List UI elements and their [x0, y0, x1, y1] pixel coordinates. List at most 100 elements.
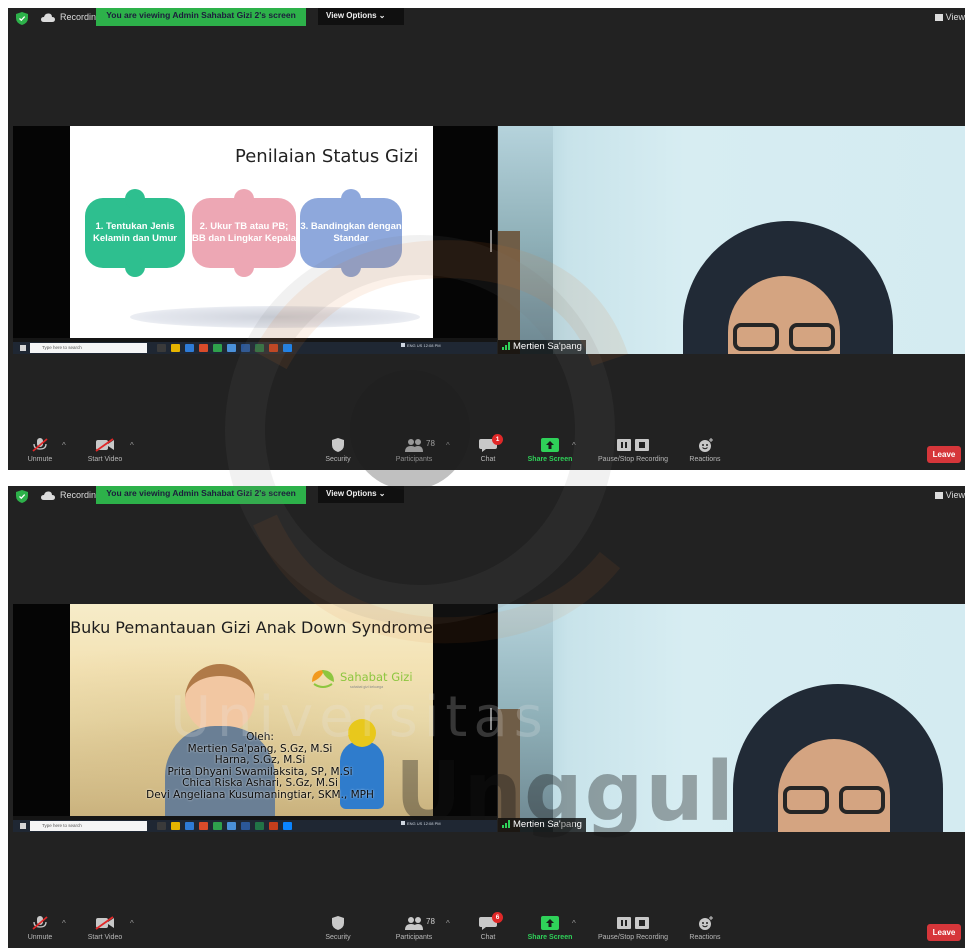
start-video-button[interactable]: Start Video	[80, 916, 130, 948]
chat-button[interactable]: Chat 1	[470, 434, 506, 470]
participants-count: 78	[426, 917, 435, 926]
chat-label: Chat	[480, 934, 496, 941]
view-options-button[interactable]: View Options ⌄	[318, 486, 404, 503]
zoom-app-icon[interactable]	[227, 822, 236, 830]
reactions-label: Reactions	[689, 456, 721, 463]
excel-icon[interactable]	[255, 344, 264, 352]
start-video-label: Start Video	[87, 934, 123, 941]
windows-start-icon[interactable]	[20, 823, 26, 829]
share-screen-icon	[541, 438, 559, 452]
credit-line: Devi Angeliana Kusumaningtiar, SKM., MPH	[146, 788, 374, 801]
taskbar-search[interactable]: Type here to search	[30, 821, 147, 831]
pdf-icon[interactable]	[269, 822, 278, 830]
caret-up-icon[interactable]: ^	[572, 441, 576, 450]
security-button[interactable]: Security	[316, 438, 360, 470]
system-tray: ENG US 12:08 PM	[401, 821, 441, 826]
caret-up-icon[interactable]: ^	[130, 441, 134, 450]
shield-icon[interactable]	[16, 12, 28, 25]
share-screen-button[interactable]: Share Screen	[520, 438, 580, 470]
caret-up-icon[interactable]: ^	[62, 919, 66, 928]
windows-taskbar: Type here to search ENG US 12:08 PM	[13, 820, 497, 832]
participants-icon	[405, 439, 423, 452]
powerpoint-icon[interactable]	[199, 344, 208, 352]
share-screen-button[interactable]: Share Screen	[520, 916, 580, 948]
powerpoint-icon[interactable]	[199, 822, 208, 830]
task-view-icon[interactable]	[157, 822, 166, 830]
chat-badge: 6	[492, 912, 503, 923]
explorer-icon[interactable]	[171, 822, 180, 830]
video-door	[498, 709, 520, 832]
taskbar-search[interactable]: Type here to search	[30, 343, 147, 353]
view-toggle-button[interactable]: View	[934, 12, 965, 22]
participant-name: Mertien Sa'pang	[513, 341, 582, 352]
split-view-handle[interactable]	[490, 230, 492, 252]
network-icon	[401, 821, 405, 825]
caret-up-icon[interactable]: ^	[572, 919, 576, 928]
view-toggle-button[interactable]: View	[934, 490, 965, 500]
pdf-icon[interactable]	[269, 344, 278, 352]
view-label: View	[945, 12, 965, 22]
participants-label: Participants	[395, 934, 433, 941]
reactions-button[interactable]: Reactions	[684, 438, 726, 470]
slide-title: Buku Pemantauan Gizi Anak Down Syndrome	[70, 618, 433, 637]
excel-icon[interactable]	[255, 822, 264, 830]
share-screen-icon	[541, 916, 559, 930]
word-icon[interactable]	[241, 344, 250, 352]
leave-button[interactable]: Leave	[927, 924, 961, 941]
reactions-icon	[699, 916, 713, 930]
puzzle-step-2: 2. Ukur TB atau PB; BB dan Lingkar Kepal…	[192, 189, 296, 277]
signal-bars-icon	[502, 342, 510, 350]
pause-stop-recording-button[interactable]: Pause/Stop Recording	[588, 916, 678, 948]
caret-up-icon[interactable]: ^	[446, 919, 450, 928]
video-off-icon	[95, 438, 114, 452]
explorer-icon[interactable]	[171, 344, 180, 352]
task-view-icon[interactable]	[157, 344, 166, 352]
chat-button[interactable]: Chat 6	[470, 912, 506, 948]
participant-video: Mertien Sa'pang	[498, 126, 965, 354]
edge-icon[interactable]	[185, 344, 194, 352]
credit-line: Harna, S.Gz, M.Si	[214, 754, 306, 766]
participants-icon	[405, 917, 423, 930]
split-view-handle[interactable]	[490, 708, 492, 730]
mail-icon[interactable]	[283, 822, 292, 830]
zoom-meeting-window-1: Recording You are viewing Admin Sahabat …	[8, 8, 965, 470]
viewing-screen-banner: You are viewing Admin Sahabat Gizi 2's s…	[96, 8, 306, 26]
puzzle-step-1: 1. Tentukan Jenis Kelamin dan Umur	[85, 189, 185, 277]
meeting-topbar: Recording You are viewing Admin Sahabat …	[8, 8, 965, 28]
step-3-text: 3. Bandingkan dengan Standar	[300, 221, 402, 244]
mic-muted-icon	[32, 438, 48, 452]
screen-margin-right	[433, 604, 497, 816]
chrome-icon[interactable]	[213, 822, 222, 830]
participant-video: Mertien Sa'pang	[498, 604, 965, 832]
windows-start-icon[interactable]	[20, 345, 26, 351]
slide-title: Penilaian Status Gizi	[235, 146, 419, 167]
recording-label: Recording	[60, 490, 102, 500]
unmute-button[interactable]: Unmute	[20, 916, 60, 948]
participant-glasses	[783, 786, 888, 814]
pause-stop-recording-button[interactable]: Pause/Stop Recording	[588, 438, 678, 470]
view-options-button[interactable]: View Options ⌄	[318, 8, 404, 25]
caret-up-icon[interactable]: ^	[446, 441, 450, 450]
zoom-meeting-window-2: Recording You are viewing Admin Sahabat …	[8, 486, 965, 948]
participant-name-tag: Mertien Sa'pang	[498, 340, 586, 354]
reactions-button[interactable]: Reactions	[684, 916, 726, 948]
chrome-icon[interactable]	[213, 344, 222, 352]
edge-icon[interactable]	[185, 822, 194, 830]
mail-icon[interactable]	[283, 344, 292, 352]
caret-up-icon[interactable]: ^	[130, 919, 134, 928]
security-label: Security	[325, 934, 351, 941]
leave-button[interactable]: Leave	[927, 446, 961, 463]
security-button[interactable]: Security	[316, 916, 360, 948]
presentation-slide: Penilaian Status Gizi 1. Tentukan Jenis …	[70, 126, 433, 338]
viewing-screen-banner: You are viewing Admin Sahabat Gizi 2's s…	[96, 486, 306, 504]
reactions-label: Reactions	[689, 934, 721, 941]
chat-label: Chat	[480, 456, 496, 463]
security-shield-icon	[332, 916, 344, 930]
meeting-controls: Unmute ^ Start Video ^ Security Particip…	[8, 912, 965, 948]
word-icon[interactable]	[241, 822, 250, 830]
unmute-button[interactable]: Unmute	[20, 438, 60, 470]
zoom-app-icon[interactable]	[227, 344, 236, 352]
shield-icon[interactable]	[16, 490, 28, 503]
caret-up-icon[interactable]: ^	[62, 441, 66, 450]
start-video-button[interactable]: Start Video	[80, 438, 130, 470]
